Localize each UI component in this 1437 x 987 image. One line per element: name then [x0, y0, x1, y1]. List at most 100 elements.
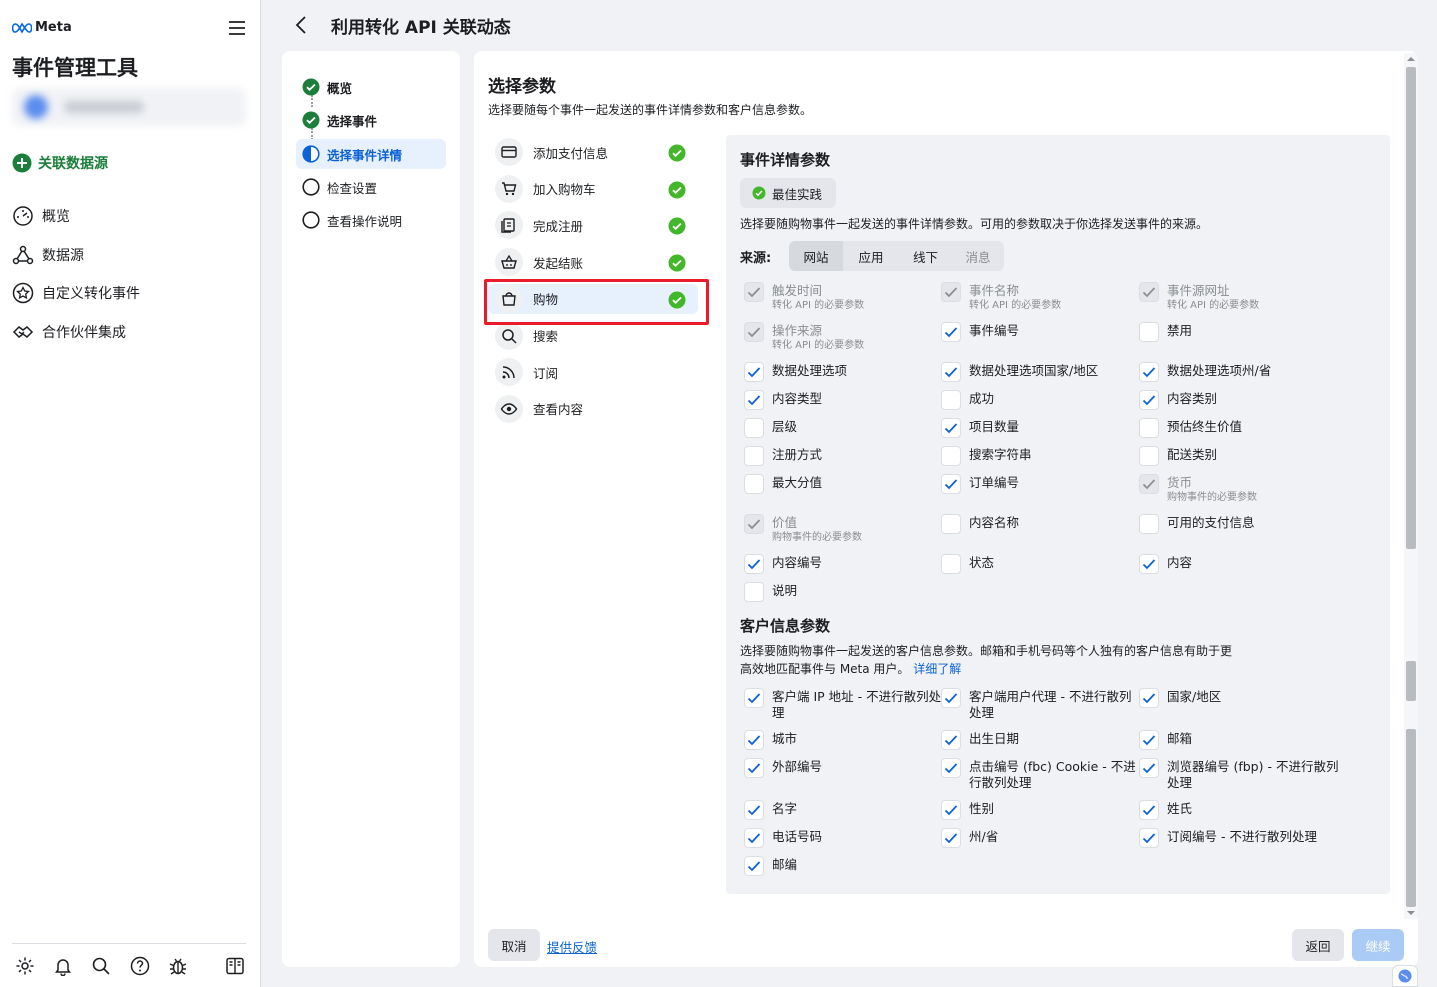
param-checkbox[interactable]: 最大分值 [744, 474, 823, 494]
param-checkbox[interactable]: 禁用 [1139, 322, 1192, 342]
param-checkbox[interactable]: 价值 购物事件的必要参数 [744, 514, 862, 545]
param-checkbox[interactable]: 可用的支付信息 [1139, 514, 1255, 534]
source-tab-app[interactable]: 应用 [843, 241, 899, 271]
customer-param-checkbox[interactable]: 外部编号 [744, 758, 822, 778]
param-checkbox[interactable]: 层级 [744, 418, 797, 438]
scroll-thumb[interactable] [1406, 67, 1416, 549]
param-checkbox[interactable]: 事件编号 [941, 322, 1019, 342]
customer-param-checkbox[interactable]: 出生日期 [941, 730, 1019, 750]
param-checkbox[interactable]: 数据处理选项国家/地区 [941, 362, 1098, 382]
scroll-up-arrow[interactable] [1406, 55, 1416, 63]
customer-param-checkbox[interactable]: 订阅编号 - 不进行散列处理 [1139, 828, 1317, 848]
learn-more-link[interactable]: 详细了解 [913, 662, 961, 676]
customer-param-checkbox[interactable]: 州/省 [941, 828, 998, 848]
scroll-thumb-tertiary[interactable] [1406, 729, 1416, 907]
scroll-thumb-secondary[interactable] [1406, 661, 1416, 701]
source-tab-messaging[interactable]: 消息 [952, 241, 1004, 271]
source-tab-offline[interactable]: 线下 [899, 241, 952, 271]
param-checkbox[interactable]: 触发时间 转化 API 的必要参数 [744, 282, 864, 313]
param-sublabel: 购物事件的必要参数 [1167, 492, 1257, 503]
checkbox-icon [1139, 362, 1159, 382]
event-label: 搜索 [533, 329, 559, 344]
source-tab-website[interactable]: 网站 [789, 241, 843, 271]
notifications-button[interactable] [53, 956, 73, 976]
settings-button[interactable] [15, 956, 35, 976]
param-checkbox[interactable]: 内容 [1139, 554, 1193, 574]
best-practice-badge[interactable]: 最佳实践 [740, 178, 836, 208]
search-icon [92, 957, 110, 975]
connect-data-source-button[interactable]: 关联数据源 [12, 153, 108, 173]
customer-param-checkbox[interactable]: 客户端 IP 地址 - 不进行散列处理 [744, 688, 941, 721]
sidebar-item-data-sources[interactable]: 数据源 [12, 244, 84, 266]
event-item[interactable]: 加入购物车 [488, 174, 698, 204]
back-button[interactable] [292, 14, 312, 36]
step-review-settings[interactable]: 检查设置 [296, 172, 446, 202]
customer-param-checkbox[interactable]: 名字 [744, 800, 798, 820]
customer-param-checkbox[interactable]: 浏览器编号 (fbp) - 不进行散列 处理 [1139, 758, 1338, 791]
param-checkbox[interactable]: 事件源网址 转化 API 的必要参数 [1139, 282, 1259, 313]
feedback-link[interactable]: 提供反馈 [547, 937, 597, 956]
sidebar-item-partner-integrations[interactable]: 合作伙伴集成 [12, 321, 126, 343]
menu-button[interactable] [226, 18, 248, 38]
customer-param-checkbox[interactable]: 客户端用户代理 - 不进行散列 处理 [941, 688, 1131, 721]
param-checkbox[interactable]: 内容类型 [744, 390, 822, 410]
event-item[interactable]: 订阅 [488, 357, 698, 387]
customer-param-checkbox[interactable]: 邮编 [744, 856, 797, 876]
globe-button[interactable] [1392, 965, 1418, 987]
param-checkbox[interactable]: 状态 [941, 554, 994, 574]
customer-param-checkbox[interactable]: 点击编号 (fbc) Cookie - 不进 行散列处理 [941, 758, 1136, 791]
step-overview[interactable]: 概览 [296, 72, 446, 102]
checkbox-icon [744, 856, 764, 876]
param-checkbox[interactable]: 搜索字符串 [941, 446, 1032, 466]
search-button[interactable] [91, 956, 111, 976]
param-checkbox[interactable]: 注册方式 [744, 446, 822, 466]
event-item[interactable]: 完成注册 [488, 210, 698, 240]
param-label: 内容 [1167, 555, 1193, 570]
sidebar-item-overview[interactable]: 概览 [12, 205, 70, 227]
param-checkbox[interactable]: 内容编号 [744, 554, 822, 574]
back-step-button[interactable]: 返回 [1292, 929, 1344, 961]
param-checkbox[interactable]: 数据处理选项 [744, 362, 847, 382]
param-checkbox[interactable]: 货币 购物事件的必要参数 [1139, 474, 1257, 505]
event-item[interactable]: 添加支付信息 [488, 137, 698, 167]
checkbox-icon [941, 554, 961, 574]
param-label: 最大分值 [772, 475, 823, 490]
param-checkbox[interactable]: 操作来源 转化 API 的必要参数 [744, 322, 864, 353]
customer-param-checkbox[interactable]: 城市 [744, 730, 797, 750]
scrollbar[interactable] [1404, 53, 1418, 919]
param-label: 名字 [772, 801, 798, 816]
scroll-down-arrow[interactable] [1406, 909, 1416, 917]
step-select-event-details[interactable]: 选择事件详情 [296, 139, 446, 169]
checkbox-icon [744, 362, 764, 382]
step-view-instructions[interactable]: 查看操作说明 [296, 205, 446, 235]
customer-param-checkbox[interactable]: 邮箱 [1139, 730, 1192, 750]
customer-param-checkbox[interactable]: 性别 [941, 800, 994, 820]
event-item[interactable]: 发起结账 [488, 247, 698, 277]
checkbox-icon [744, 390, 764, 410]
param-checkbox[interactable]: 数据处理选项州/省 [1139, 362, 1271, 382]
param-checkbox[interactable]: 成功 [941, 390, 994, 410]
event-item[interactable]: 搜索 [488, 321, 698, 351]
cancel-button[interactable]: 取消 [488, 929, 540, 961]
customer-param-checkbox[interactable]: 国家/地区 [1139, 688, 1221, 708]
param-checkbox[interactable]: 内容类别 [1139, 390, 1217, 410]
param-checkbox[interactable]: 配送类别 [1139, 446, 1217, 466]
sidebar-item-custom-conversions[interactable]: 自定义转化事件 [12, 282, 140, 304]
customer-param-checkbox[interactable]: 电话号码 [744, 828, 822, 848]
param-checkbox[interactable]: 订单编号 [941, 474, 1019, 494]
help-button[interactable] [130, 956, 150, 976]
customer-param-checkbox[interactable]: 姓氏 [1139, 800, 1192, 820]
param-checkbox[interactable]: 说明 [744, 582, 797, 602]
param-checkbox[interactable]: 事件名称 转化 API 的必要参数 [941, 282, 1061, 313]
step-select-events[interactable]: 选择事件 [296, 105, 446, 135]
event-item[interactable]: 购物 [488, 283, 698, 314]
param-checkbox[interactable]: 项目数量 [941, 418, 1019, 438]
event-item[interactable]: 查看内容 [488, 394, 698, 424]
continue-button[interactable]: 继续 [1352, 929, 1404, 961]
account-selector[interactable] [12, 88, 246, 126]
toggle-panel-button[interactable] [225, 956, 245, 976]
param-checkbox[interactable]: 预估终生价值 [1139, 418, 1242, 438]
param-checkbox[interactable]: 内容名称 [941, 514, 1019, 534]
report-bug-button[interactable] [168, 956, 188, 976]
checkbox-icon [1139, 554, 1159, 574]
